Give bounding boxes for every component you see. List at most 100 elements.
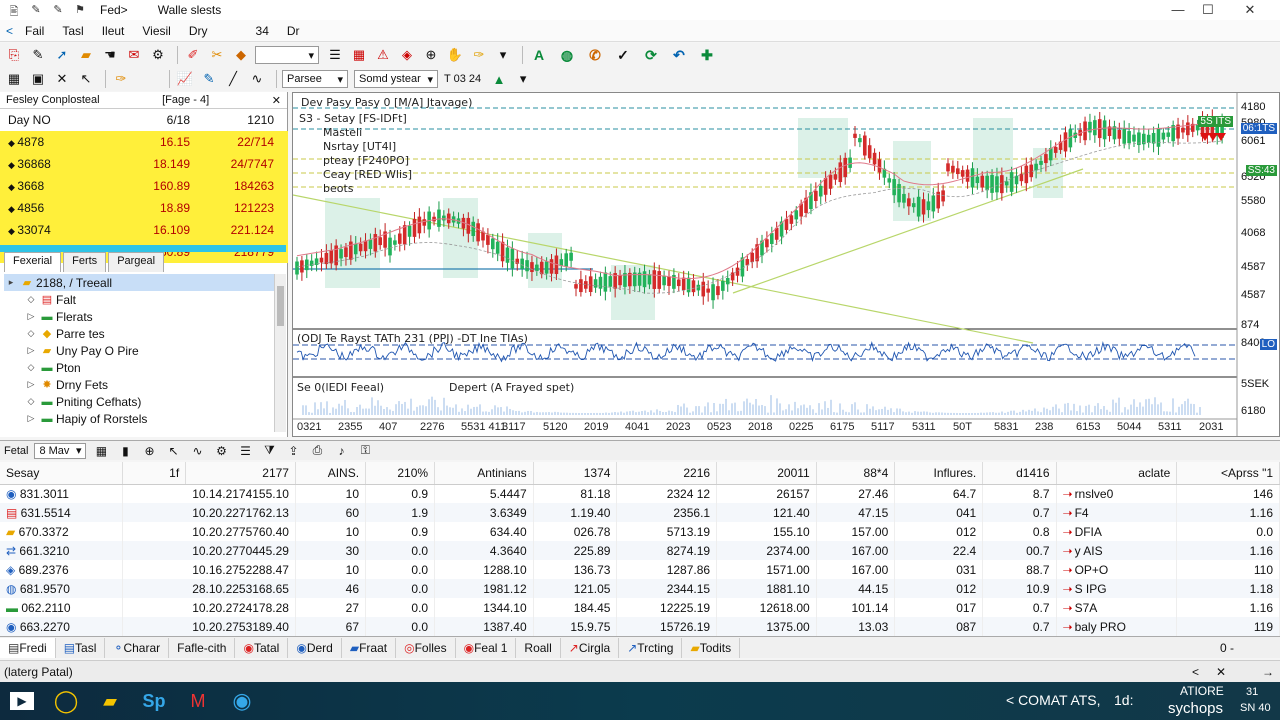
twisty-icon[interactable]: ▷ [24, 311, 38, 322]
circle-icon[interactable]: ◯ [44, 682, 88, 720]
bottom-tab[interactable]: ◉ Derd [288, 637, 342, 658]
menu-item-1[interactable]: Tasl [62, 24, 83, 38]
brush-icon[interactable]: ✑ [111, 69, 131, 89]
column-header[interactable]: AINS. [295, 462, 367, 485]
tree-item[interactable]: ▷ ▬ Flerats [4, 308, 274, 325]
bottom-tab[interactable]: ▰ Todits [682, 637, 741, 658]
refresh-icon[interactable]: ⟳ [640, 45, 662, 65]
twisty-icon[interactable]: ◇ [24, 328, 38, 339]
action-cell[interactable]: ➝ OP+O [1056, 560, 1178, 579]
column-header[interactable]: 2216 [616, 462, 718, 485]
quote-row[interactable]: ◆ 33074 16.109 221.124 [0, 219, 288, 241]
settings-icon[interactable]: ⚙ [212, 444, 230, 458]
tree-item[interactable]: ▷ ▰ Uny Pay O Pire [4, 342, 274, 359]
column-header[interactable]: 1f [122, 462, 187, 485]
trendline-icon[interactable]: ╱ [223, 69, 243, 89]
brush-icon[interactable]: ✑ [469, 45, 489, 65]
bottom-tab[interactable]: Fafle-cith [169, 637, 236, 658]
play-icon[interactable]: ▶ [0, 682, 44, 720]
export-icon[interactable]: ⇪ [284, 444, 302, 458]
column-header[interactable]: 20011 [716, 462, 817, 485]
expand-icon[interactable]: ▸ [4, 277, 18, 288]
grid-icon[interactable]: ▦ [4, 69, 24, 89]
action-cell[interactable]: ➝ baly PRO [1056, 617, 1178, 636]
hand-icon[interactable]: ✋ [445, 45, 465, 65]
bell-icon[interactable]: ♪ [332, 444, 350, 458]
column-header[interactable]: 2177 [185, 462, 296, 485]
twisty-icon[interactable]: ▷ [24, 345, 38, 356]
pencil-icon[interactable]: ✎ [28, 3, 44, 17]
folder-icon[interactable]: ▰ [76, 45, 96, 65]
image-icon[interactable]: ▣ [28, 69, 48, 89]
column-header[interactable]: 88*4 [816, 462, 896, 485]
pencil-icon[interactable]: ✎ [199, 69, 219, 89]
tree-item[interactable]: ▸ ▰ 2188, / Treeall [4, 274, 274, 291]
bottom-tab[interactable]: ↗ Trcting [619, 637, 683, 658]
indicator-icon[interactable]: ∿ [247, 69, 267, 89]
chevron-down-icon[interactable]: ▾ [493, 45, 513, 65]
menu-item-0[interactable]: Fail [25, 24, 44, 38]
action-cell[interactable]: ➝ S IPG [1056, 579, 1178, 598]
timeframe-select[interactable]: ▾ [255, 46, 319, 64]
scissors-icon[interactable]: ✂ [207, 45, 227, 65]
settings-icon[interactable]: ⚙ [148, 45, 168, 65]
filter-icon[interactable]: ⧩ [260, 443, 278, 458]
column-header[interactable]: 1374 [533, 462, 618, 485]
add-user-icon[interactable]: ✚ [696, 45, 718, 65]
action-cell[interactable]: ➝ rnslve0 [1056, 484, 1178, 503]
pen-icon[interactable]: ✐ [183, 45, 203, 65]
column-header[interactable]: <Aprss "1 [1176, 462, 1280, 485]
quote-row[interactable]: ◆ 3668 160.89 184263 [0, 175, 288, 197]
auto-trade-icon[interactable]: A [528, 45, 550, 65]
folder-icon[interactable]: ▰ [88, 682, 132, 720]
grid-icon[interactable]: ▦ [349, 45, 369, 65]
triangle-up-icon[interactable]: ▲ [489, 69, 509, 89]
tree-item[interactable]: ◇ ▤ Falt [4, 291, 274, 308]
terminal-select[interactable]: 8 Mav ▾ [34, 442, 87, 459]
menu-item-4[interactable]: Dry [189, 24, 208, 38]
bottom-tab[interactable]: ↗ Cirgla [561, 637, 620, 658]
globe-icon[interactable]: ◍ [556, 45, 578, 65]
column-header[interactable]: Sesay [0, 462, 123, 485]
phone-icon[interactable]: ✆ [584, 45, 606, 65]
tab-pargeal[interactable]: Pargeal [108, 252, 165, 272]
bars-icon[interactable]: ▮ [116, 444, 134, 458]
tray-label-2[interactable]: 1d: [1114, 692, 1133, 708]
tray-label-1[interactable]: < COMAT ATS, [1006, 692, 1101, 708]
diamond-icon[interactable]: ◈ [397, 45, 417, 65]
cursor-icon[interactable]: ➚ [52, 45, 72, 65]
tree-scrollbar[interactable] [274, 274, 286, 432]
column-header[interactable]: 210% [365, 462, 436, 485]
tag-icon[interactable]: ◆ [231, 45, 251, 65]
return-icon[interactable]: ↶ [668, 45, 690, 65]
pencil-icon[interactable]: ✎ [28, 45, 48, 65]
tab-ferts[interactable]: Ferts [63, 252, 107, 272]
period-select[interactable]: Somd ystear ▾ [354, 70, 438, 88]
chart-icon[interactable]: ∿ [188, 444, 206, 458]
twisty-icon[interactable]: ▷ [24, 379, 38, 390]
close-button[interactable]: ✕ [1232, 0, 1268, 20]
twisty-icon[interactable]: ◇ [24, 294, 38, 305]
twisty-icon[interactable]: ◇ [24, 396, 38, 407]
print-icon[interactable]: ⎙ [308, 443, 326, 458]
tree-item[interactable]: ◇ ◆ Parre tes [4, 325, 274, 342]
tab-fexerial[interactable]: Fexerial [4, 252, 62, 272]
bottom-tab[interactable]: ⚬ Charar [105, 637, 170, 658]
lock-icon[interactable]: ⚿ [356, 443, 374, 458]
bottom-tab[interactable]: ▤ Tasl [56, 637, 106, 658]
action-cell[interactable]: ➝ F4 [1056, 503, 1178, 522]
bottom-tab[interactable]: ▤ Fredi [0, 637, 56, 658]
lines-icon[interactable]: ☰ [236, 444, 254, 458]
close-icon[interactable]: ✕ [1216, 665, 1226, 679]
bottom-tab[interactable]: ◎ Folles [396, 637, 456, 658]
menu-item-3[interactable]: Viesil [142, 24, 170, 38]
check-icon[interactable]: ✓ [612, 45, 634, 65]
column-header[interactable]: d1416 [982, 462, 1057, 485]
table-row[interactable]: ◉ 663.2270 10.20.2753189.40 67 0.0 1387.40 15… [0, 617, 1280, 636]
flag-icon[interactable]: ⚑ [72, 3, 88, 17]
arrow-right-icon[interactable]: → [1262, 665, 1274, 679]
alert-icon[interactable]: ⚠ [373, 45, 393, 65]
tree-item[interactable]: ▷ ▬ Hapiy of Rorstels [4, 410, 274, 427]
menu-item-5[interactable]: 34 [256, 24, 269, 38]
table-row[interactable]: ▬ 062.2110 10.20.2724178.28 27 0.0 1344.10 18… [0, 598, 1280, 617]
